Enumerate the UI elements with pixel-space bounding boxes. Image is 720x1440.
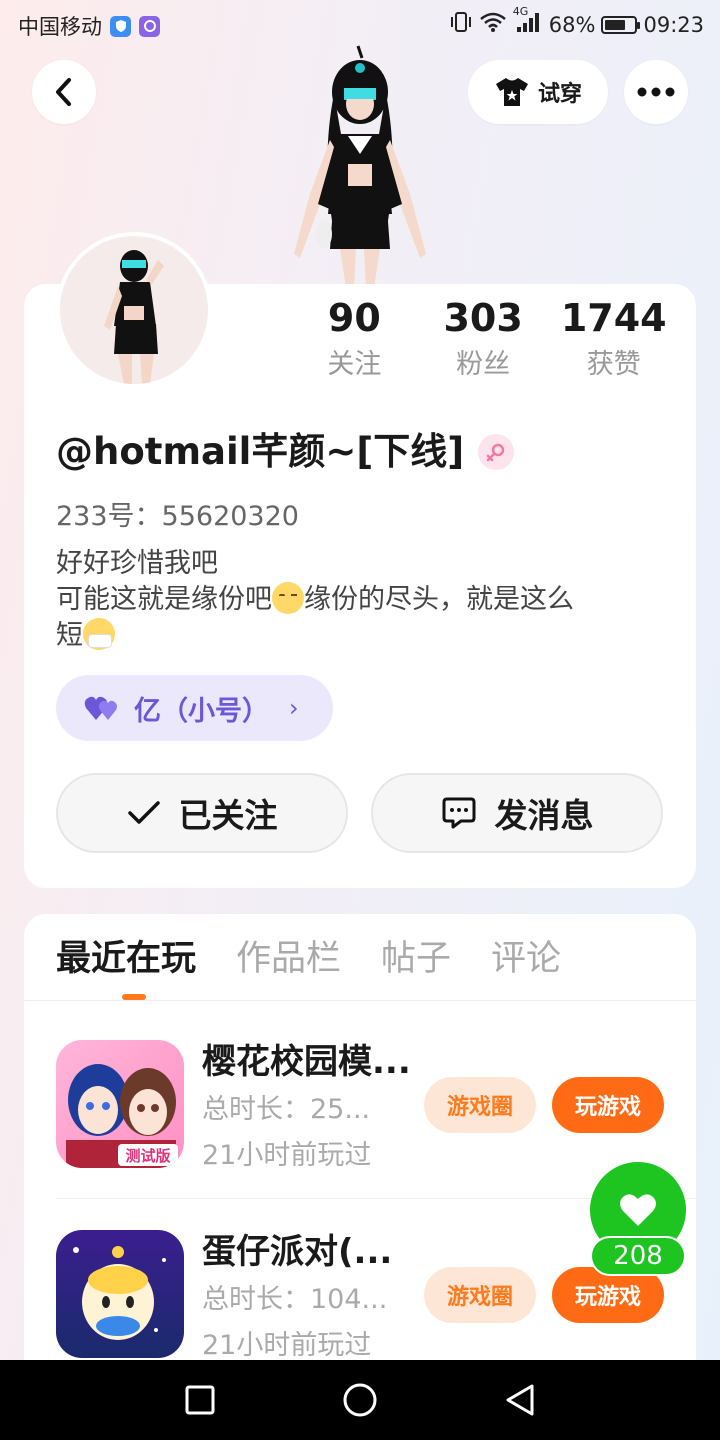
shield-icon	[110, 15, 131, 37]
system-nav-bar	[0, 1360, 720, 1440]
bio-line: 短	[56, 618, 666, 654]
battery-icon	[601, 15, 641, 34]
stat-label: 获赞	[586, 349, 641, 380]
followed-label: 已关注	[178, 796, 278, 835]
message-button[interactable]: 发消息	[371, 773, 663, 853]
back-nav-button[interactable]	[500, 1380, 540, 1420]
circle-icon	[343, 1383, 377, 1417]
followed-button[interactable]: 已关注	[56, 773, 348, 853]
bio-text: 短	[56, 620, 83, 651]
more-button[interactable]	[624, 60, 688, 124]
clock: 09:23	[643, 12, 704, 37]
stat-value: 90	[327, 296, 381, 340]
stat-label: 关注	[327, 349, 382, 380]
female-gender-icon	[478, 434, 515, 470]
mask-emoji-icon	[83, 618, 115, 650]
more-dots-icon	[637, 87, 675, 97]
stat-label: 粉丝	[456, 349, 511, 380]
profile-stats: 90 关注 303 粉丝 1744 获赞	[290, 296, 680, 380]
bio-text: 缘份的尽头，就是这么	[304, 584, 574, 615]
recent-apps-button[interactable]	[180, 1380, 220, 1420]
profile-tabs: 最近在玩 作品栏 帖子 评论	[56, 934, 561, 984]
bio-line: 可能这就是缘份吧 缘份的尽头，就是这么	[56, 582, 666, 618]
try-on-button[interactable]: 试穿	[468, 60, 608, 124]
cellular-icon: 4G	[513, 5, 543, 38]
heart-icon	[620, 1194, 656, 1226]
username: @hotmail芊颜~[下线]	[56, 426, 515, 478]
game-total-time: 总时长：104...	[202, 1284, 388, 1315]
username-text: @hotmail芊颜~[下线]	[56, 430, 465, 473]
game-last-played: 21小时前玩过	[202, 1140, 372, 1171]
message-label: 发消息	[494, 796, 594, 835]
stat-likes[interactable]: 1744 获赞	[547, 296, 680, 380]
bio-line: 好好珍惜我吧	[56, 548, 218, 579]
user-id: 233号：55620320	[56, 501, 299, 532]
try-on-label: 试穿	[537, 82, 582, 107]
stat-value: 303	[443, 296, 523, 340]
network-type: 4G	[512, 5, 529, 18]
back-arrow-icon	[56, 78, 71, 106]
chevron-right-icon: ›	[289, 694, 299, 722]
alt-account-label: 亿（小号）	[134, 695, 269, 727]
play-game-button[interactable]: 玩游戏	[552, 1077, 664, 1133]
game-row[interactable]: 蛋仔派对(... 总时长：104... 21小时前玩过 游戏圈 玩游戏	[56, 1230, 676, 1361]
double-heart-icon	[84, 696, 117, 720]
check-icon	[127, 801, 160, 824]
avatar-character[interactable]	[280, 44, 440, 288]
game-total-time: 总时长：25...	[202, 1094, 371, 1125]
tab-works[interactable]: 作品栏	[236, 934, 341, 984]
triangle-back-icon	[506, 1384, 534, 1416]
status-left: 中国移动	[18, 11, 160, 41]
status-right: 4G 68% 09:23	[449, 5, 704, 38]
eggy-party-game-icon[interactable]	[56, 1230, 184, 1358]
alt-account-link[interactable]: 亿（小号） ›	[56, 675, 333, 741]
battery-percent: 68%	[548, 12, 596, 37]
tab-posts[interactable]: 帖子	[381, 934, 451, 984]
test-version-badge: 测试版	[125, 1147, 170, 1165]
back-button[interactable]	[32, 60, 96, 124]
sakura-school-game-icon[interactable]: 测试版	[56, 1040, 184, 1168]
status-bar: 中国移动 4G 68% 09:23	[0, 0, 720, 50]
app-notification-icon	[139, 15, 160, 37]
stat-followers[interactable]: 303 粉丝	[419, 296, 548, 380]
tabs-divider	[24, 1000, 696, 1001]
wifi-icon	[479, 11, 507, 38]
game-title: 蛋仔派对(...	[202, 1232, 393, 1272]
profile-avatar[interactable]	[56, 232, 212, 388]
bio: 好好珍惜我吧 可能这就是缘份吧 缘份的尽头，就是这么 短	[56, 546, 666, 654]
game-circle-button[interactable]: 游戏圈	[424, 1077, 536, 1133]
tab-comments[interactable]: 评论	[491, 934, 561, 984]
vibrate-icon	[449, 11, 473, 38]
square-icon	[185, 1385, 215, 1415]
game-circle-button[interactable]: 游戏圈	[424, 1267, 536, 1323]
bio-text: 可能这就是缘份吧	[56, 584, 272, 615]
stat-following[interactable]: 90 关注	[290, 296, 419, 380]
like-count: 208	[590, 1236, 686, 1276]
tab-recently-played[interactable]: 最近在玩	[56, 934, 196, 984]
stat-value: 1744	[560, 296, 667, 340]
game-row[interactable]: 测试版 樱花校园模... 总时长：25... 21小时前玩过 游戏圈 玩游戏	[56, 1040, 676, 1171]
shirt-icon	[495, 78, 528, 106]
game-title: 樱花校园模...	[202, 1042, 411, 1082]
carrier-text: 中国移动	[18, 15, 102, 39]
home-button[interactable]	[340, 1380, 380, 1420]
game-last-played: 21小时前玩过	[202, 1330, 372, 1361]
pensive-emoji-icon	[272, 582, 304, 614]
chat-bubble-icon	[442, 797, 475, 829]
